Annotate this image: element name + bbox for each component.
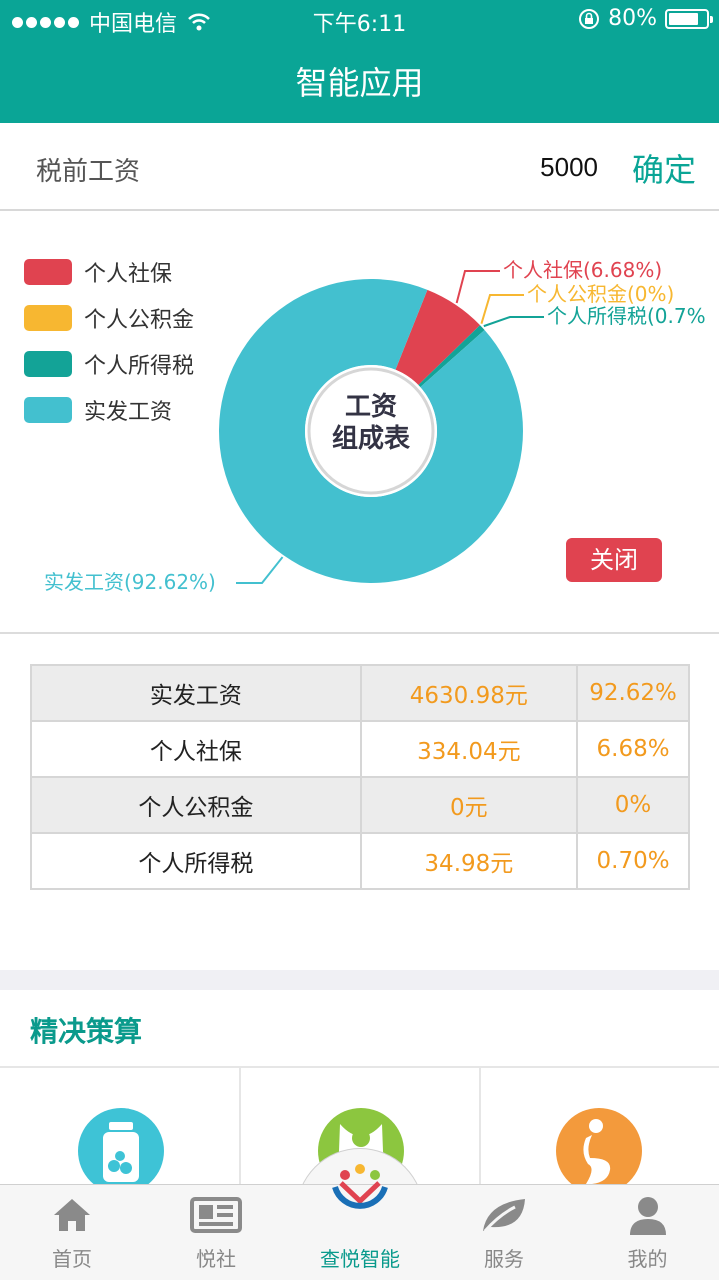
- tab-yueshe[interactable]: 悦社: [144, 1185, 288, 1280]
- salary-row: 税前工资 确定: [0, 123, 719, 211]
- tab-label: 首页: [52, 1247, 92, 1271]
- home-icon: [54, 1199, 90, 1231]
- row-amount: 34.98元: [359, 832, 579, 890]
- app-header: 中国电信 下午6:11 80% 智能应用: [0, 0, 719, 123]
- tile-divider: [239, 1068, 241, 1186]
- salary-chart: 个人社保 个人公积金 个人所得税 实发工资 个人社保(6.68%) 个人公积金(0…: [0, 211, 719, 634]
- battery-fill: [669, 12, 698, 25]
- annotation-label: 个人社保(6.68%): [503, 258, 662, 282]
- page-title: 智能应用: [295, 64, 424, 102]
- pill-bottle-icon[interactable]: [78, 1108, 164, 1194]
- table-row: 个人公积金 0元 0%: [30, 776, 690, 834]
- row-amount: 334.04元: [359, 720, 579, 778]
- confirm-button[interactable]: 确定: [632, 145, 696, 191]
- tile-divider: [479, 1068, 481, 1186]
- breakdown-table: 实发工资 4630.98元 92.62% 个人社保 334.04元 6.68% …: [30, 664, 690, 890]
- pregnancy-icon[interactable]: [556, 1108, 642, 1194]
- tab-home[interactable]: 首页: [0, 1185, 144, 1280]
- row-percent: 92.62%: [576, 664, 690, 722]
- tab-bar: 首页 悦社 查悦智能 服务 我的: [0, 1164, 719, 1280]
- smart-logo-icon: [332, 1164, 388, 1209]
- row-percent: 0%: [576, 776, 690, 834]
- salary-input[interactable]: [480, 149, 598, 185]
- battery-icon: [665, 8, 713, 29]
- status-right: 80%: [578, 6, 713, 31]
- row-amount: 0元: [359, 776, 579, 834]
- row-name: 个人公积金: [30, 776, 362, 834]
- row-percent: 0.70%: [576, 832, 690, 890]
- close-button[interactable]: 关闭: [566, 538, 662, 582]
- annotation-label: 个人公积金(0%): [527, 282, 674, 306]
- tab-mine[interactable]: 我的: [576, 1185, 719, 1280]
- annotation-line: [236, 556, 284, 584]
- row-name: 个人社保: [30, 720, 362, 778]
- row-name: 实发工资: [30, 664, 362, 722]
- tab-label: 服务: [484, 1247, 524, 1271]
- tab-label: 查悦智能: [320, 1247, 400, 1271]
- center-title-line1: 工资: [344, 392, 397, 422]
- center-title-line2: 组成表: [331, 424, 410, 454]
- status-bar: 中国电信 下午6:11 80%: [0, 0, 719, 40]
- tab-service[interactable]: 服务: [432, 1185, 576, 1280]
- user-icon: [629, 1197, 666, 1235]
- annotation-line: [483, 316, 544, 328]
- rotation-lock-icon: [579, 8, 600, 29]
- table-row: 个人所得税 34.98元 0.70%: [30, 832, 690, 890]
- row-name: 个人所得税: [30, 832, 362, 890]
- table-row: 个人社保 334.04元 6.68%: [30, 720, 690, 778]
- tile-grid-border: [0, 1066, 719, 1068]
- section-title: 精决策算: [30, 1015, 143, 1048]
- newspaper-icon: [190, 1197, 242, 1233]
- section-divider: [0, 970, 719, 990]
- annotation-label: 个人所得税(0.7%: [547, 304, 706, 328]
- battery-percent: 80%: [608, 6, 657, 31]
- table-row: 实发工资 4630.98元 92.62%: [30, 664, 690, 722]
- row-percent: 6.68%: [576, 720, 690, 778]
- row-amount: 4630.98元: [359, 664, 579, 722]
- chart-center-title: 工资 组成表: [310, 391, 432, 455]
- salary-label: 税前工资: [36, 157, 141, 187]
- tab-label: 悦社: [196, 1247, 236, 1271]
- leaf-icon: [483, 1199, 525, 1232]
- annotation-label: 实发工资(92.62%): [44, 570, 216, 594]
- annotation-line: [455, 270, 500, 304]
- tab-smart[interactable]: 查悦智能: [288, 1164, 432, 1280]
- tab-label: 我的: [627, 1247, 668, 1271]
